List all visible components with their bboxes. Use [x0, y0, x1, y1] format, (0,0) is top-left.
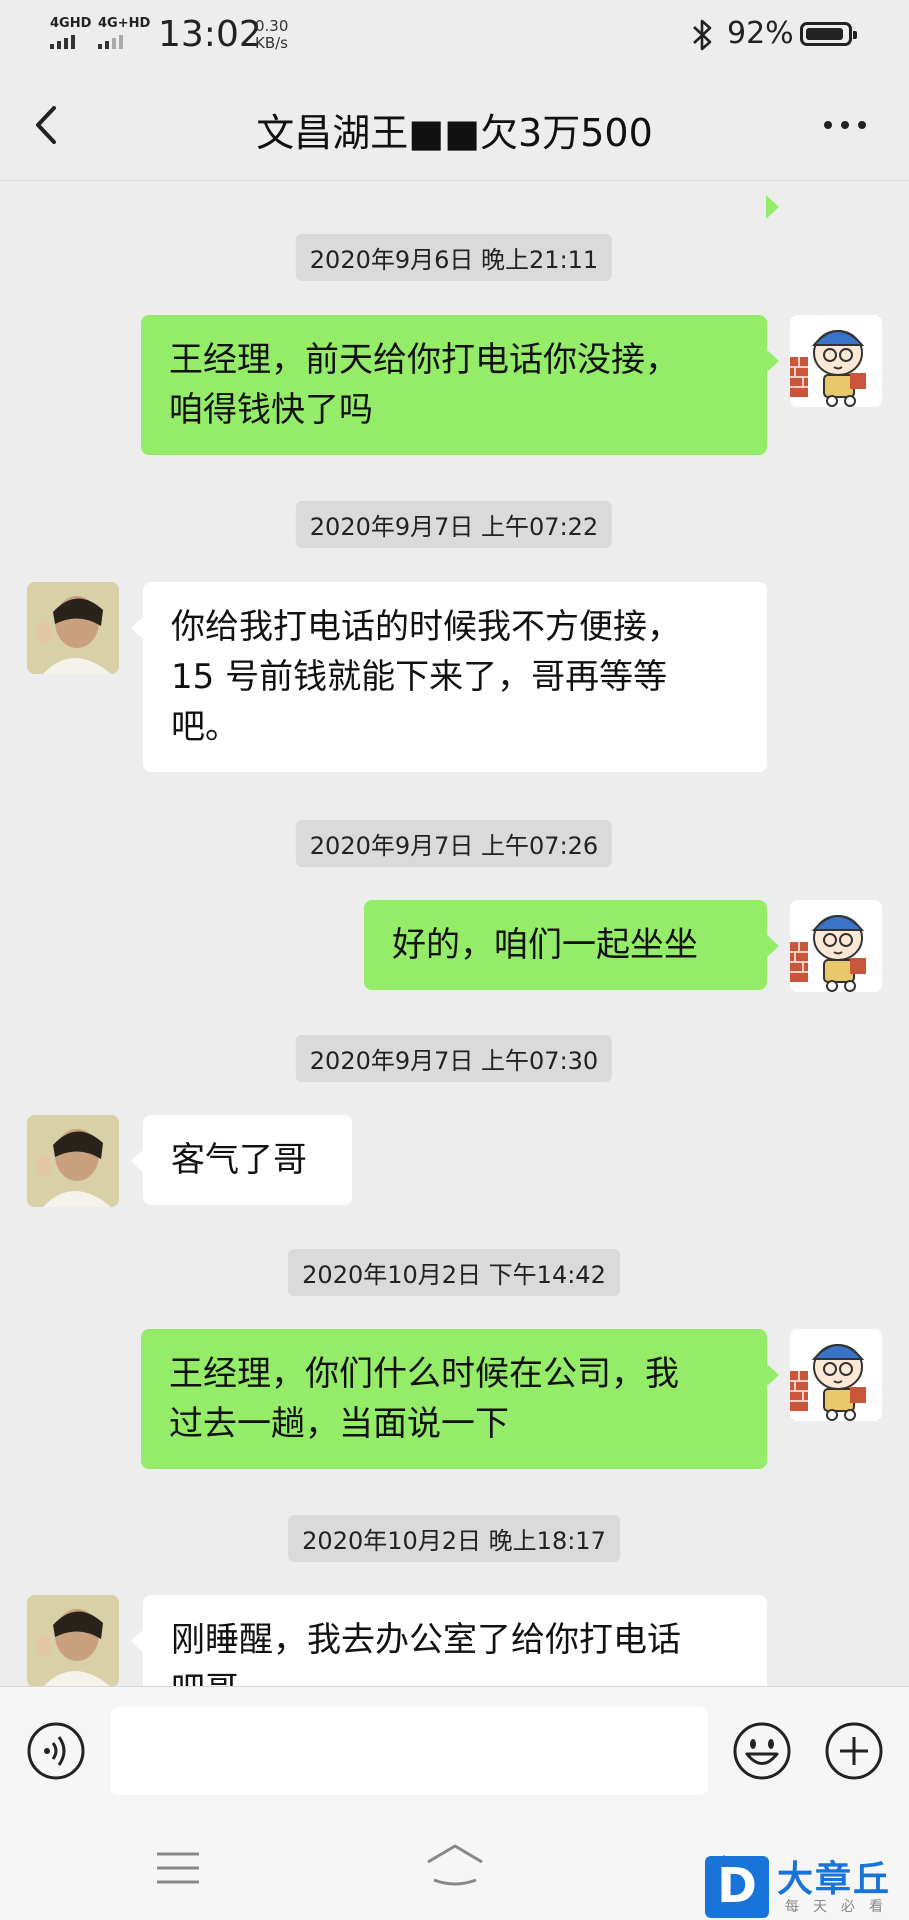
timestamp: 2020年10月2日 晚上18:17 [288, 1515, 620, 1562]
message-line: 王经理，前天给你打电话你没接， [169, 340, 679, 380]
watermark-name: 大章丘 [777, 1859, 892, 1900]
message-bubble-sent[interactable]: 王经理，前天给你打电话你没接， 咱得钱快了吗 [141, 315, 779, 455]
input-bar [0, 1686, 909, 1819]
message-line: 客气了哥 [171, 1140, 307, 1180]
emoji-icon[interactable] [732, 1721, 792, 1781]
signal-2: 4G+HD [98, 16, 151, 49]
clock: 13:02 [158, 14, 262, 55]
message-bubble-sent[interactable]: 好的，咱们一起坐坐 [364, 900, 779, 990]
avatar-contact[interactable] [27, 1115, 119, 1207]
message-input[interactable] [110, 1707, 708, 1795]
chat-title: 文昌湖王■■欠3万500 [256, 111, 653, 155]
message-line: 吧哥 [171, 1665, 739, 1686]
net-speed-value: 0.30 [255, 17, 289, 35]
title-bar: 文昌湖王■■欠3万500 [0, 72, 909, 181]
timestamp: 2020年10月2日 下午14:42 [288, 1249, 620, 1296]
message-line: 刚睡醒，我去办公室了给你打电话 [171, 1620, 681, 1660]
signal-1-label: 4GHD [50, 16, 92, 31]
avatar-self[interactable] [790, 900, 882, 992]
cartoon-boy-avatar-icon [790, 1344, 866, 1421]
watermark-slogan: 每天必看 [785, 1899, 897, 1915]
signal-bars-icon [98, 34, 150, 49]
message-line: 过去一趟，当面说一下 [169, 1404, 509, 1444]
avatar-self[interactable] [790, 315, 882, 407]
watermark: D 大章丘 每天必看 [705, 1850, 909, 1920]
timestamp: 2020年9月6日 晚上21:11 [295, 234, 613, 281]
net-speed: 0.30 KB/s [255, 18, 288, 52]
message-bubble-sent[interactable]: 王经理，你们什么时候在公司，我 过去一趟，当面说一下 [141, 1329, 779, 1469]
chat-messages[interactable]: 2020年9月6日 晚上21:11 王经理，前天给你打电话你没接， 咱得钱快了吗… [0, 181, 909, 1686]
contact-photo-icon [27, 1595, 119, 1686]
avatar-contact[interactable] [27, 1595, 119, 1686]
message-bubble-received[interactable]: 客气了哥 [131, 1115, 352, 1205]
cartoon-boy-avatar-icon [790, 915, 866, 992]
timestamp: 2020年9月7日 上午07:22 [295, 501, 613, 548]
message-line: 咱得钱快了吗 [169, 390, 373, 430]
watermark-logo: D [705, 1856, 769, 1918]
signal-1: 4GHD [50, 16, 92, 49]
signal-2-label: 4G+HD [98, 16, 151, 31]
avatar-self[interactable] [790, 1329, 882, 1421]
signal-bars-icon [50, 34, 91, 49]
status-bar: 4GHD 4G+HD 13:02 0.30 KB/s 92% [0, 0, 909, 72]
home-icon[interactable] [424, 1842, 486, 1888]
message-bubble-received[interactable]: 你给我打电话的时候我不方便接， 15 号前钱就能下来了，哥再等等 吧。 [131, 582, 767, 772]
battery-icon [800, 22, 857, 46]
net-speed-unit: KB/s [255, 34, 288, 52]
avatar-contact[interactable] [27, 582, 119, 674]
contact-photo-icon [27, 1115, 119, 1207]
contact-photo-icon [27, 582, 119, 674]
message-line: 好的，咱们一起坐坐 [392, 925, 698, 965]
message-line: 你给我打电话的时候我不方便接， [171, 607, 681, 647]
timestamp: 2020年9月7日 上午07:30 [295, 1035, 613, 1082]
bluetooth-icon [693, 19, 712, 51]
plus-icon[interactable] [824, 1721, 884, 1781]
message-line: 15 号前钱就能下来了，哥再等等 [171, 657, 668, 697]
menu-icon[interactable] [155, 1848, 201, 1888]
cartoon-boy-avatar-icon [790, 330, 866, 407]
timestamp: 2020年9月7日 上午07:26 [295, 820, 613, 867]
more-options-icon[interactable] [820, 110, 870, 140]
battery-percent: 92% [727, 16, 794, 51]
message-line: 吧。 [171, 707, 239, 747]
message-bubble-received[interactable]: 刚睡醒，我去办公室了给你打电话 吧哥 [131, 1595, 767, 1686]
message-line: 王经理，你们什么时候在公司，我 [169, 1354, 679, 1394]
voice-icon[interactable] [26, 1721, 86, 1781]
